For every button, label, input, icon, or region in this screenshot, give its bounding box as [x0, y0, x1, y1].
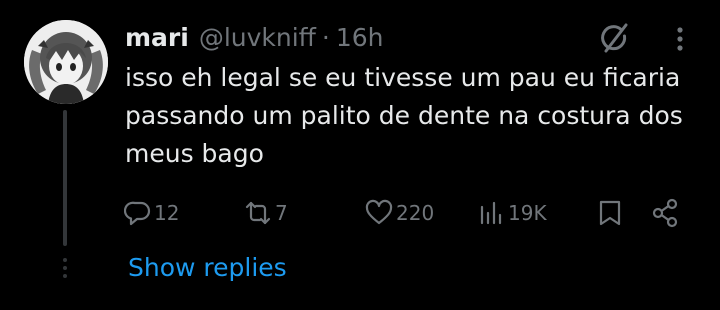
- reply-icon: [124, 201, 151, 226]
- reply-button[interactable]: 12: [124, 196, 179, 230]
- repost-button[interactable]: 7: [243, 196, 288, 230]
- grok-icon[interactable]: [596, 20, 632, 56]
- avatar[interactable]: [24, 20, 108, 104]
- repost-count: 7: [275, 201, 288, 225]
- share-button[interactable]: [651, 196, 679, 230]
- like-count: 220: [396, 201, 435, 225]
- view-count: 19K: [508, 201, 547, 225]
- anime-girl-avatar-icon: [24, 20, 108, 104]
- views-icon: [480, 201, 502, 225]
- thread-continuation-dots: [61, 258, 69, 280]
- post-header: mari @luvkniff · 16h: [125, 20, 384, 54]
- post-text: isso eh legal se eu tivesse um pau eu fi…: [125, 63, 683, 168]
- header-separator: ·: [321, 22, 330, 52]
- bookmark-button[interactable]: [597, 196, 623, 230]
- reply-count: 12: [154, 201, 180, 225]
- show-replies-link[interactable]: Show replies: [128, 253, 287, 282]
- post-timestamp[interactable]: 16h: [336, 23, 384, 52]
- bookmark-icon: [599, 200, 621, 226]
- like-icon: [365, 199, 393, 225]
- like-button[interactable]: 220: [364, 196, 434, 230]
- share-icon: [652, 198, 678, 228]
- views-button[interactable]: 19K: [478, 196, 547, 230]
- author-display-name[interactable]: mari: [125, 23, 189, 52]
- thread-line: [63, 110, 67, 246]
- repost-icon: [245, 201, 271, 225]
- more-vertical-icon[interactable]: [666, 24, 694, 54]
- author-handle[interactable]: @luvkniff: [199, 23, 316, 52]
